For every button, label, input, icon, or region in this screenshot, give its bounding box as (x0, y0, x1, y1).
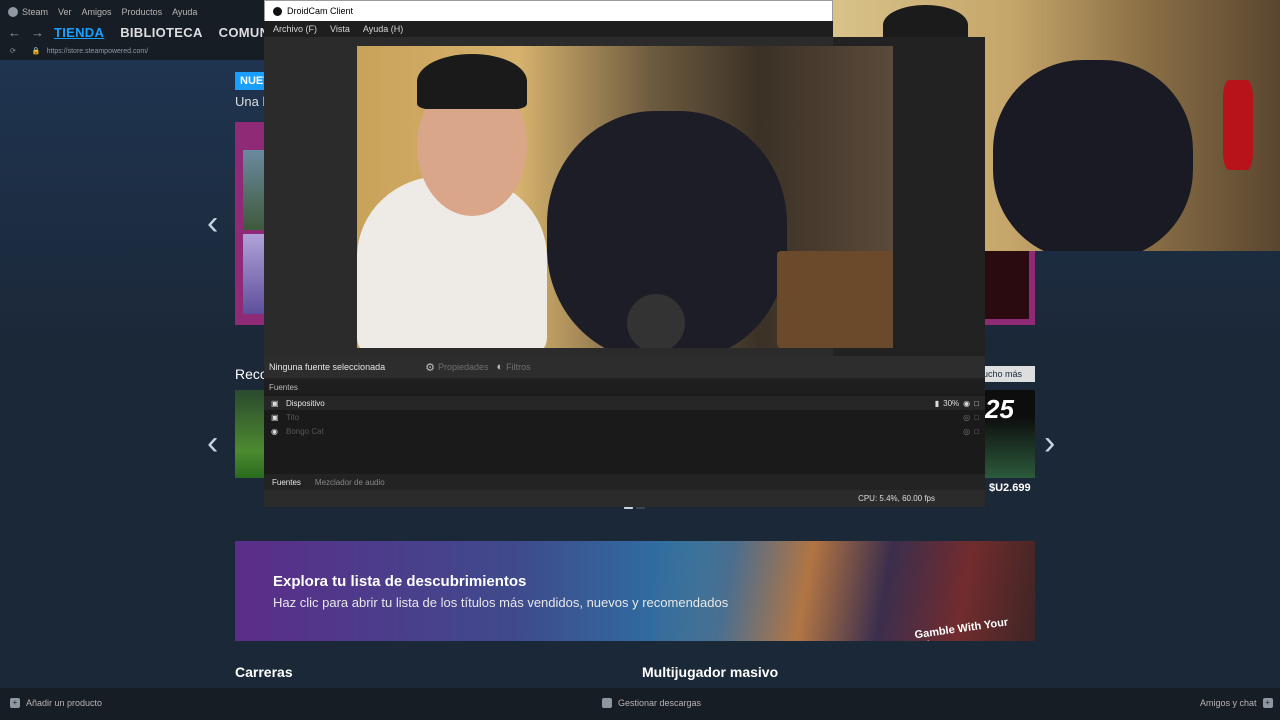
source-name: Bongo Cat (286, 426, 324, 436)
discovery-queue-banner[interactable]: Gamble With Your Frien Explora tu lista … (235, 541, 1035, 641)
preview-object (627, 294, 685, 348)
url-text[interactable]: https://store.steampowered.com/ (47, 48, 149, 55)
carousel-prev-icon[interactable]: ‹ (207, 204, 218, 243)
reco-next-icon[interactable]: › (1044, 424, 1055, 463)
droidcam-menubar: Archivo (F) Vista Ayuda (H) (264, 21, 833, 37)
no-source-label: Ninguna fuente seleccionada (269, 362, 386, 372)
eye-icon[interactable]: ◉ (963, 399, 970, 408)
friends-chat-button[interactable]: Amigos y chat + (1200, 698, 1273, 708)
tab-fuentes[interactable]: Fuentes (272, 478, 301, 487)
filters-label: Filtros (506, 362, 531, 372)
sources-header: Fuentes (264, 380, 985, 394)
source-row[interactable]: ▣ Dispositivo ▮ 30% ◉ □ (264, 396, 985, 410)
menu-amigos[interactable]: Amigos (82, 7, 112, 17)
menu-vista[interactable]: Vista (330, 24, 350, 34)
see-more-button[interactable]: ucho más (980, 366, 1035, 382)
volume-icon: ▮ (934, 398, 940, 408)
add-product-label: Añadir un producto (26, 698, 103, 708)
properties-button[interactable]: ⚙ Propiedades (425, 361, 488, 374)
downloads-label: Gestionar descargas (618, 698, 702, 708)
droidcam-title: DroidCam Client (287, 6, 354, 16)
price-label: $U2.699 (989, 482, 1031, 494)
featured-subtitle: Una l (235, 94, 266, 109)
droidcam-toolbar: Ninguna fuente seleccionada ⚙ Propiedade… (264, 356, 985, 378)
friends-label: Amigos y chat (1200, 698, 1257, 708)
lock-icon[interactable]: □ (974, 413, 979, 422)
source-name: Tito (286, 412, 300, 422)
droidcam-tabs: Fuentes Mezclador de audio (264, 474, 985, 490)
discovery-title: Explora tu lista de descubrimientos (273, 573, 527, 590)
steam-logo-icon (8, 7, 18, 17)
gear-icon: ⚙ (425, 361, 435, 374)
source-controls: ◎ □ (963, 413, 979, 422)
section-multijugador[interactable]: Multijugador masivo (642, 664, 778, 680)
menu-ver[interactable]: Ver (58, 7, 72, 17)
eye-off-icon[interactable]: ◎ (963, 427, 970, 436)
source-controls: ▮ 30% ◉ □ (935, 399, 979, 408)
menu-steam[interactable]: Steam (22, 7, 48, 17)
source-controls: ◎ □ (963, 427, 979, 436)
gamepad-icon: ◉ (271, 426, 278, 436)
droidcam-statusbar: CPU: 5.4%, 60.00 fps (264, 490, 985, 507)
eye-off-icon[interactable]: ◎ (963, 413, 970, 422)
preview-desk (777, 251, 893, 348)
reco-capsule-right[interactable]: 25 (985, 390, 1035, 478)
lock-icon: 🔒 (31, 48, 41, 55)
person-2 (993, 60, 1193, 251)
tab-biblioteca[interactable]: BIBLIOTECA (120, 25, 202, 40)
featured-capsule[interactable] (235, 122, 267, 325)
camera-icon: ▣ (271, 412, 279, 422)
chat-icon: + (1262, 698, 1273, 708)
game-logo-text: 25 (985, 394, 1014, 424)
lock-icon[interactable]: □ (974, 399, 979, 408)
filters-button[interactable]: ◐ Filtros (497, 361, 531, 373)
bottle (1223, 80, 1253, 170)
camera-icon: ▣ (271, 398, 279, 408)
filter-icon: ◐ (496, 361, 504, 373)
steam-bottom-bar: + Añadir un producto Gestionar descargas… (0, 688, 1280, 720)
lock-icon[interactable]: □ (974, 427, 979, 436)
menu-archivo[interactable]: Archivo (F) (273, 24, 317, 34)
source-name: Dispositivo (286, 398, 325, 408)
reload-icon[interactable]: ⟳ (10, 47, 16, 55)
forward-arrow-icon[interactable]: → (31, 25, 44, 40)
recommended-title: Reco (235, 366, 268, 382)
back-arrow-icon[interactable]: ← (8, 25, 21, 40)
droidcam-logo-icon (273, 6, 282, 16)
discovery-subtitle: Haz clic para abrir tu lista de los títu… (273, 595, 729, 610)
droidcam-titlebar[interactable]: DroidCam Client (264, 0, 833, 22)
plus-icon: + (10, 698, 20, 708)
cpu-status: CPU: 5.4%, 60.00 fps (858, 494, 935, 503)
downloads-button[interactable]: Gestionar descargas (602, 698, 701, 708)
sources-list: ▣ Dispositivo ▮ 30% ◉ □ ▣ Tito ◎ □ ◉ Bon… (264, 394, 985, 474)
menu-ayuda[interactable]: Ayuda (172, 7, 197, 17)
source-row[interactable]: ◉ Bongo Cat ◎ □ (264, 424, 985, 438)
section-carreras[interactable]: Carreras (235, 664, 293, 680)
source-row[interactable]: ▣ Tito ◎ □ (264, 410, 985, 424)
featured-capsule-right[interactable] (985, 250, 1035, 325)
properties-label: Propiedades (437, 362, 489, 372)
tab-tienda[interactable]: TIENDA (54, 25, 104, 40)
download-icon (602, 698, 612, 708)
preview-person-1-cap (417, 54, 527, 109)
tab-mezclador[interactable]: Mezclador de audio (315, 478, 385, 487)
menu-ayuda-dc[interactable]: Ayuda (H) (363, 24, 403, 34)
add-product-button[interactable]: + Añadir un producto (10, 698, 102, 708)
reco-capsule-left[interactable] (235, 390, 265, 478)
source-level: 30% (943, 398, 960, 408)
new-badge: NUEV (235, 72, 271, 90)
menu-productos[interactable]: Productos (122, 7, 163, 17)
camera-preview (357, 46, 893, 348)
reco-prev-icon[interactable]: ‹ (207, 424, 218, 463)
